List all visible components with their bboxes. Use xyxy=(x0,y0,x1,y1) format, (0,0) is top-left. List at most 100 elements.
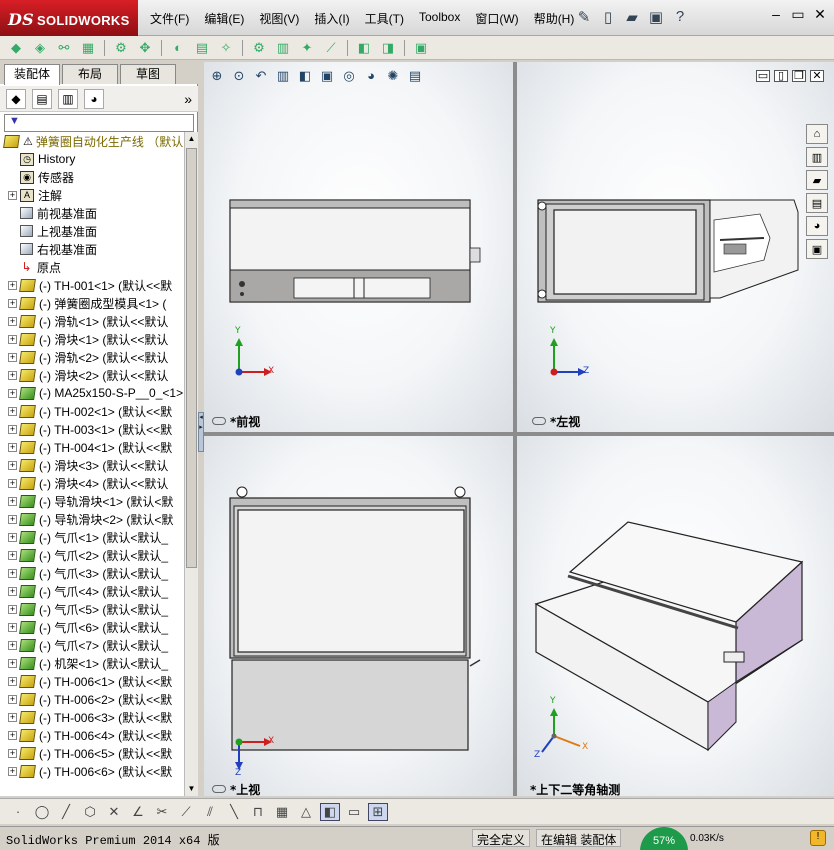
point-icon[interactable]: · xyxy=(8,803,28,821)
expand-icon[interactable]: + xyxy=(8,298,17,308)
tree-item[interactable]: + (-) 导轨滑块<2> (默认<默 xyxy=(8,510,173,528)
tree-item[interactable]: + (-) TH-006<4> (默认<<默 xyxy=(8,726,172,744)
tree-item[interactable]: + (-) 滑轨<1> (默认<<默认 xyxy=(8,312,168,330)
tree-item[interactable]: 右视基准面 xyxy=(8,240,97,258)
graphics-area[interactable]: ⊕ ⊙ ↶ ▥ ◧ ▣ ◎ ◕ ✺ ▤ ▭ ▯ ❐ ✕ Y X Y Z X Z … xyxy=(204,62,834,797)
cpu-gauge[interactable]: 57% xyxy=(640,827,688,850)
expand-icon[interactable]: + xyxy=(8,586,17,596)
save-icon[interactable]: ▣ xyxy=(646,8,666,26)
menu-item-1[interactable]: 编辑(E) xyxy=(204,10,244,27)
tree-item[interactable]: + (-) 滑块<3> (默认<<默认 xyxy=(8,456,168,474)
assembly-features-icon[interactable]: ▤ xyxy=(192,39,212,57)
display-manager-icon[interactable]: ◕ xyxy=(84,88,104,109)
top-view-link-icon[interactable] xyxy=(212,785,226,793)
tree-item[interactable]: + (-) TH-004<1> (默认<<默 xyxy=(8,438,172,456)
tree-item[interactable]: + (-) 弹簧圈成型模具<1> ( xyxy=(8,294,166,312)
tree-item[interactable]: + (-) 气爪<7> (默认<默认_ xyxy=(8,636,168,654)
expand-icon[interactable]: + xyxy=(8,406,17,416)
menu-item-3[interactable]: 插入(I) xyxy=(314,10,349,27)
expand-icon[interactable]: + xyxy=(8,442,17,452)
cross-icon[interactable]: ✕ xyxy=(104,803,124,821)
line-icon[interactable]: ╱ xyxy=(56,803,76,821)
tree-item[interactable]: + (-) TH-006<3> (默认<<默 xyxy=(8,708,172,726)
move-component-icon[interactable]: ✥ xyxy=(135,39,155,57)
solidworks-logo[interactable]: DS SOLIDWORKS xyxy=(0,0,138,36)
circle-icon[interactable]: ◯ xyxy=(32,803,52,821)
offset-icon[interactable]: ╲ xyxy=(224,803,244,821)
tree-item[interactable]: + (-) 滑块<2> (默认<<默认 xyxy=(8,366,168,384)
menu-item-6[interactable]: 窗口(W) xyxy=(475,10,518,27)
design-library-icon[interactable]: ▥ xyxy=(806,147,828,167)
help-icon[interactable]: ? xyxy=(670,8,690,26)
menu-item-7[interactable]: 帮助(H) xyxy=(534,10,575,27)
expand-icon[interactable]: + xyxy=(8,730,17,740)
expand-icon[interactable]: + xyxy=(8,388,17,398)
expand-icon[interactable]: + xyxy=(8,550,17,560)
tree-item[interactable]: + (-) 气爪<5> (默认<默认_ xyxy=(8,600,168,618)
new-document-icon[interactable]: ▯ xyxy=(598,8,618,26)
scroll-up-icon[interactable]: ▲ xyxy=(185,132,198,146)
expand-icon[interactable]: + xyxy=(8,514,17,524)
expand-icon[interactable]: + xyxy=(8,568,17,578)
instant3d-icon[interactable]: ▣ xyxy=(411,39,431,57)
grid-icon[interactable]: ▦ xyxy=(272,803,292,821)
tree-item[interactable]: ◉ 传感器 xyxy=(8,168,74,186)
expand-icon[interactable]: + xyxy=(8,622,17,632)
tab-2[interactable]: 草图 xyxy=(120,64,176,84)
expand-icon[interactable]: + xyxy=(8,190,17,200)
expand-icon[interactable]: + xyxy=(8,766,17,776)
expand-icon[interactable]: + xyxy=(8,640,17,650)
tree-item[interactable]: + (-) TH-003<1> (默认<<默 xyxy=(8,420,172,438)
open-folder-icon[interactable]: ▰ xyxy=(622,8,642,26)
tree-item[interactable]: + (-) 气爪<4> (默认<默认_ xyxy=(8,582,168,600)
tree-item[interactable]: + (-) TH-006<6> (默认<<默 xyxy=(8,762,172,780)
scroll-down-icon[interactable]: ▼ xyxy=(185,782,198,796)
minimize-icon[interactable]: – xyxy=(768,6,784,23)
expand-icon[interactable]: + xyxy=(8,280,17,290)
extend-icon[interactable]: ⟋ xyxy=(176,803,196,821)
expand-icon[interactable]: + xyxy=(8,370,17,380)
expand-icon[interactable]: + xyxy=(8,748,17,758)
dimension-icon[interactable]: ⊓ xyxy=(248,803,268,821)
expand-icon[interactable]: + xyxy=(8,676,17,686)
explode-line-sketch-icon[interactable]: ⟋ xyxy=(321,39,341,57)
tree-item[interactable]: + (-) 滑块<1> (默认<<默认 xyxy=(8,330,168,348)
mate-icon[interactable]: ⚯ xyxy=(54,39,74,57)
exploded-view-icon[interactable]: ✦ xyxy=(297,39,317,57)
tree-item[interactable]: + (-) 机架<1> (默认<默认_ xyxy=(8,654,168,672)
linear-pattern-icon[interactable]: ▦ xyxy=(78,39,98,57)
tree-item[interactable]: + (-) 导轨滑块<1> (默认<默 xyxy=(8,492,173,510)
polygon-icon[interactable]: ⬡ xyxy=(80,803,100,821)
menu-item-2[interactable]: 视图(V) xyxy=(259,10,299,27)
expand-icon[interactable]: + xyxy=(8,532,17,542)
clearance-verification-icon[interactable]: ◨ xyxy=(378,39,398,57)
relation-icon[interactable]: △ xyxy=(296,803,316,821)
menu-item-5[interactable]: Toolbox xyxy=(419,10,460,27)
restore-icon[interactable]: ▭ xyxy=(790,6,806,23)
interference-detection-icon[interactable]: ◧ xyxy=(354,39,374,57)
expand-icon[interactable]: + xyxy=(8,496,17,506)
mirror-icon[interactable]: ⫽ xyxy=(200,803,220,821)
feature-manager-icon[interactable]: ◆ xyxy=(6,88,26,109)
tree-item[interactable]: + (-) 滑块<4> (默认<<默认 xyxy=(8,474,168,492)
show-hidden-icon[interactable]: ◐ xyxy=(168,39,188,57)
four-view-icon[interactable]: ⊞ xyxy=(368,802,388,821)
filter-box[interactable]: ▼ xyxy=(4,114,194,132)
angle-icon[interactable]: ∠ xyxy=(128,803,148,821)
tree-item[interactable]: + (-) TH-006<2> (默认<<默 xyxy=(8,690,172,708)
tree-root[interactable]: ⚠ 弹簧圈自动化生产线 （默认 xyxy=(3,132,183,150)
expand-icon[interactable]: + xyxy=(8,658,17,668)
tree-item[interactable]: + (-) MA25x150-S-P__0_<1> xyxy=(8,384,183,402)
scroll-thumb[interactable] xyxy=(186,148,197,568)
close-icon[interactable]: ✕ xyxy=(812,6,828,23)
expand-icon[interactable]: + xyxy=(8,316,17,326)
tab-1[interactable]: 布局 xyxy=(62,64,118,84)
tree-item[interactable]: 上视基准面 xyxy=(8,222,97,240)
single-view-icon[interactable]: ▭ xyxy=(344,803,364,821)
tree-item[interactable]: + A 注解 xyxy=(8,186,62,204)
property-manager-icon[interactable]: ▤ xyxy=(32,88,52,109)
tree-item[interactable]: + (-) TH-006<1> (默认<<默 xyxy=(8,672,172,690)
configuration-manager-icon[interactable]: ▥ xyxy=(58,88,78,109)
tree-item[interactable]: ↳ 原点 xyxy=(8,258,61,276)
reference-geometry-icon[interactable]: ✧ xyxy=(216,39,236,57)
